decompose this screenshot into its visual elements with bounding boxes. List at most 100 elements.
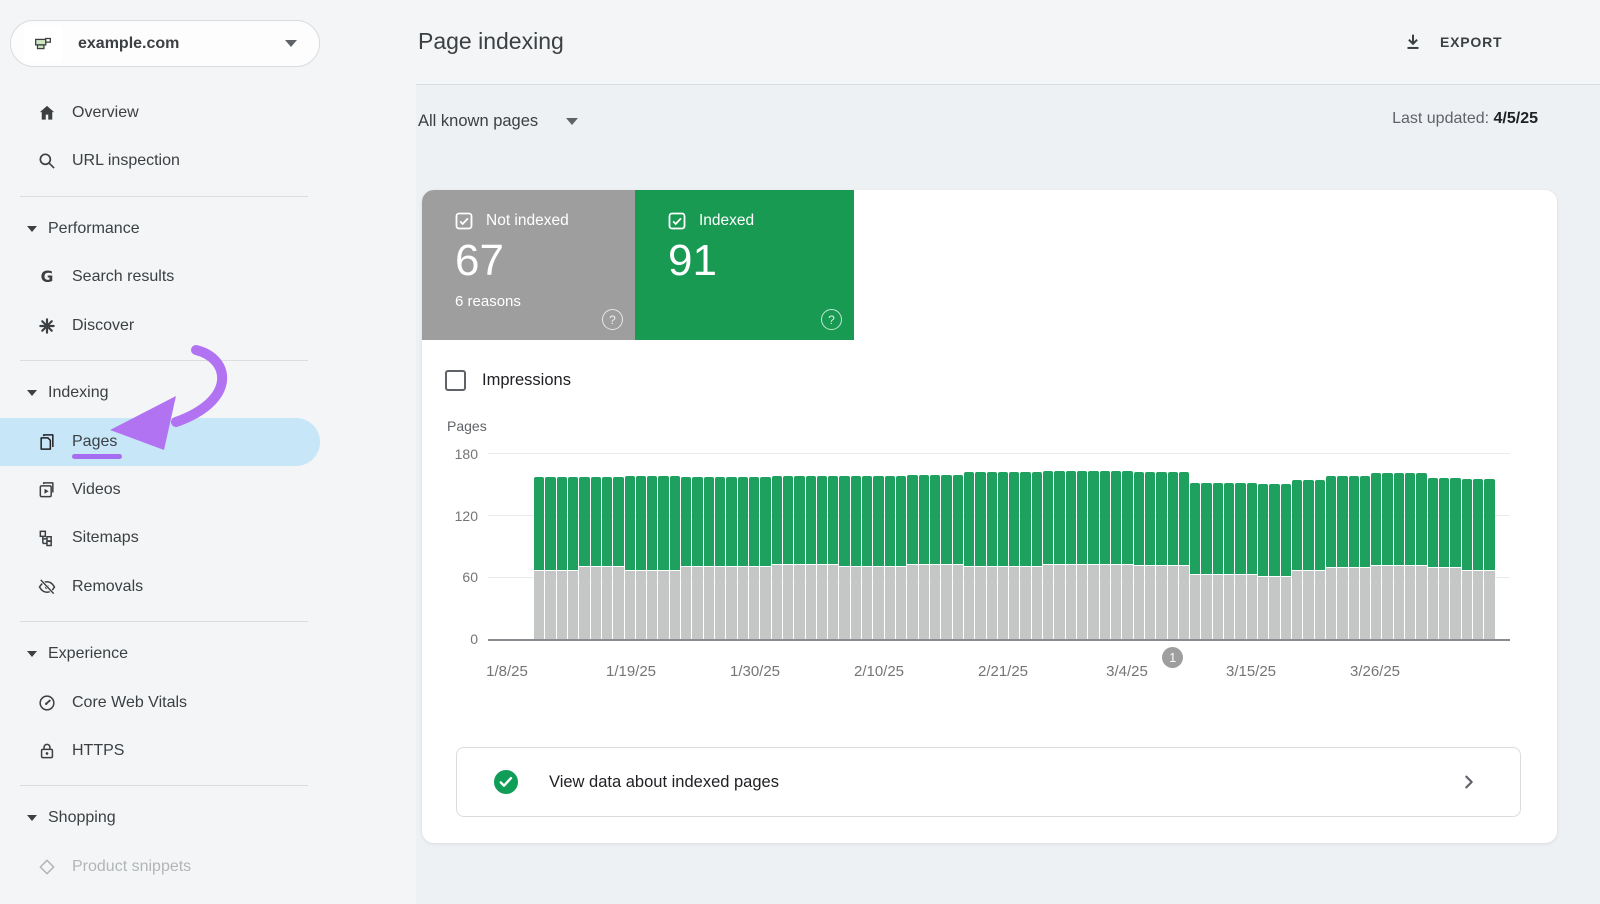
- chart-bar[interactable]: [760, 453, 770, 639]
- impressions-checkbox[interactable]: [445, 370, 466, 391]
- chevron-right-icon[interactable]: [1460, 773, 1478, 791]
- chart-bar[interactable]: [817, 453, 827, 639]
- chart-bar[interactable]: [953, 453, 963, 639]
- chart-bar[interactable]: [1394, 453, 1404, 639]
- chart-bar[interactable]: [1054, 453, 1064, 639]
- property-selector[interactable]: example.com: [10, 20, 320, 67]
- sidebar-section-performance[interactable]: Performance: [0, 205, 320, 253]
- chart-bar[interactable]: [1020, 453, 1030, 639]
- chart-bar[interactable]: [896, 453, 906, 639]
- chart-bar[interactable]: [1100, 453, 1110, 639]
- sidebar-section-experience[interactable]: Experience: [0, 630, 320, 678]
- impressions-toggle[interactable]: Impressions: [445, 370, 571, 391]
- chart-bar[interactable]: [1382, 453, 1392, 639]
- chart-bar[interactable]: [1428, 453, 1438, 639]
- sidebar-item-discover[interactable]: Discover: [0, 302, 320, 350]
- chart-bar[interactable]: [839, 453, 849, 639]
- chart-bar[interactable]: [1224, 453, 1234, 639]
- chart-bar[interactable]: [1405, 453, 1415, 639]
- chart-bar[interactable]: [783, 453, 793, 639]
- checkbox-checked-icon[interactable]: [455, 212, 473, 230]
- chart-bar[interactable]: [828, 453, 838, 639]
- view-indexed-data-link[interactable]: View data about indexed pages: [456, 747, 1521, 817]
- sidebar-item-videos[interactable]: Videos: [0, 466, 320, 514]
- chart-bar[interactable]: [647, 453, 657, 639]
- chart-bar[interactable]: [998, 453, 1008, 639]
- chart-bar[interactable]: [715, 453, 725, 639]
- chart-bar[interactable]: [579, 453, 589, 639]
- chart-bar[interactable]: [1066, 453, 1076, 639]
- chart-bar[interactable]: [1201, 453, 1211, 639]
- chart-bar[interactable]: [692, 453, 702, 639]
- chart-bar[interactable]: [726, 453, 736, 639]
- chart-bar[interactable]: [1281, 453, 1291, 639]
- help-icon[interactable]: ?: [602, 309, 623, 330]
- chart-bar[interactable]: [1326, 453, 1336, 639]
- chart-bar[interactable]: [602, 453, 612, 639]
- sidebar-item-https[interactable]: HTTPS: [0, 727, 320, 775]
- chart-bar[interactable]: [987, 453, 997, 639]
- chart-bar[interactable]: [964, 453, 974, 639]
- chart-bar[interactable]: [1349, 453, 1359, 639]
- chart-bar[interactable]: [1235, 453, 1245, 639]
- chart-bar[interactable]: [1134, 453, 1144, 639]
- chart-bar[interactable]: [873, 453, 883, 639]
- chart-bar[interactable]: [1043, 453, 1053, 639]
- chart-bar[interactable]: [1213, 453, 1223, 639]
- chart-bar[interactable]: [670, 453, 680, 639]
- chart-bar[interactable]: [1032, 453, 1042, 639]
- chart-bar[interactable]: [1258, 453, 1268, 639]
- chart-bar[interactable]: [1439, 453, 1449, 639]
- chart-bar[interactable]: [1462, 453, 1472, 639]
- chart-bar[interactable]: [1156, 453, 1166, 639]
- chart-bar[interactable]: [772, 453, 782, 639]
- chart-bar[interactable]: [1077, 453, 1087, 639]
- sidebar-item-pages[interactable]: Pages: [0, 418, 320, 466]
- chart-bar[interactable]: [1111, 453, 1121, 639]
- not-indexed-card[interactable]: Not indexed 67 6 reasons ?: [422, 190, 635, 340]
- sidebar-item-product-snippets[interactable]: Product snippets: [0, 843, 320, 891]
- chart-bar[interactable]: [658, 453, 668, 639]
- chart-bar[interactable]: [941, 453, 951, 639]
- chart-bar[interactable]: [1303, 453, 1313, 639]
- chart-bar[interactable]: [1247, 453, 1257, 639]
- chart-bar[interactable]: [1190, 453, 1200, 639]
- chart-bar[interactable]: [851, 453, 861, 639]
- sidebar-item-overview[interactable]: Overview: [0, 89, 320, 137]
- chart-bar[interactable]: [806, 453, 816, 639]
- chart-bar[interactable]: [545, 453, 555, 639]
- chart-bar[interactable]: [1122, 453, 1132, 639]
- chart-bar[interactable]: [534, 453, 544, 639]
- sidebar-item-sitemaps[interactable]: Sitemaps: [0, 514, 320, 562]
- chart-bar[interactable]: [681, 453, 691, 639]
- chart-bar[interactable]: [1473, 453, 1483, 639]
- chart-bar[interactable]: [1168, 453, 1178, 639]
- chart-bar[interactable]: [557, 453, 567, 639]
- sidebar-item-url-inspection[interactable]: URL inspection: [0, 137, 320, 185]
- checkbox-checked-icon[interactable]: [668, 212, 686, 230]
- chart-bar[interactable]: [1315, 453, 1325, 639]
- chart-bar[interactable]: [862, 453, 872, 639]
- chart-bar[interactable]: [1484, 453, 1494, 639]
- sidebar-item-search-results[interactable]: G Search results: [0, 253, 320, 301]
- chart-bar[interactable]: [1292, 453, 1302, 639]
- chart-bar[interactable]: [1088, 453, 1098, 639]
- chart-bar[interactable]: [613, 453, 623, 639]
- chart-bar[interactable]: [738, 453, 748, 639]
- sidebar-item-core-web-vitals[interactable]: Core Web Vitals: [0, 679, 320, 727]
- chart-bar[interactable]: [704, 453, 714, 639]
- chart-bar[interactable]: [907, 453, 917, 639]
- chart-bar[interactable]: [568, 453, 578, 639]
- chart-bar[interactable]: [919, 453, 929, 639]
- chart-bar[interactable]: [1179, 453, 1189, 639]
- sidebar-section-indexing[interactable]: Indexing: [0, 369, 320, 417]
- chart-bar[interactable]: [749, 453, 759, 639]
- chart-bar[interactable]: [625, 453, 635, 639]
- chart-bar[interactable]: [1009, 453, 1019, 639]
- help-icon[interactable]: ?: [821, 309, 842, 330]
- chart-bar[interactable]: [1416, 453, 1426, 639]
- sidebar-item-removals[interactable]: Removals: [0, 563, 320, 611]
- sidebar-section-shopping[interactable]: Shopping: [0, 794, 320, 842]
- chart-bar[interactable]: [1269, 453, 1279, 639]
- page-filter-dropdown[interactable]: All known pages: [418, 106, 578, 136]
